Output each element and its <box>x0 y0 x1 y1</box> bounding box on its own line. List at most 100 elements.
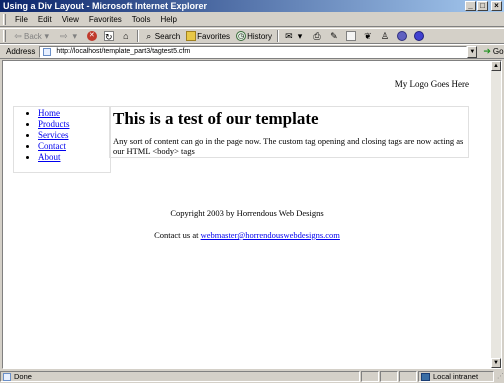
mail-dropdown-icon: ▾ <box>297 31 303 41</box>
copyright-text: Copyright 2003 by Horrendous Web Designs <box>170 208 324 218</box>
go-arrow-icon: ➔ <box>483 46 491 56</box>
maximize-button[interactable]: □ <box>477 1 488 11</box>
nav-link-home[interactable]: Home <box>38 108 60 118</box>
media-icon <box>396 31 407 41</box>
nav-item-contact: Contact <box>38 141 110 152</box>
nav-item-products: Products <box>38 119 110 130</box>
home-icon: ⌂ <box>123 31 129 41</box>
status-cell <box>361 371 379 382</box>
favorites-button[interactable]: Favorites <box>183 31 233 41</box>
history-icon: ◷ <box>236 31 247 41</box>
home-button[interactable]: ⌂ <box>118 31 135 41</box>
back-button[interactable]: ⇦ Back ▾ <box>10 31 56 41</box>
address-label: Address <box>6 47 36 56</box>
media-button[interactable] <box>394 31 411 41</box>
resize-grip-icon[interactable]: ⋰ <box>494 371 504 382</box>
menu-view[interactable]: View <box>57 15 84 24</box>
page-viewport[interactable]: My Logo Goes Here Home Products Services… <box>2 60 502 369</box>
page-body-text: Any sort of content can go in the page n… <box>113 136 464 156</box>
back-arrow-icon: ⇦ <box>14 31 22 41</box>
toolbar-separator-2 <box>276 30 279 42</box>
refresh-icon: ↻ <box>103 31 114 42</box>
search-icon: ⌕ <box>146 31 152 41</box>
edit-button[interactable]: ✎ <box>326 31 343 41</box>
print-button[interactable]: ⎙ <box>309 31 326 41</box>
close-button[interactable]: × <box>491 1 502 11</box>
page-heading: This is a test of our template <box>113 109 319 128</box>
edit-icon: ✎ <box>330 31 338 41</box>
nav-menu: Home Products Services Contact About <box>13 106 111 173</box>
standard-toolbar: ⇦ Back ▾ ⇨ ▾ ✕ ↻ ⌂ ⌕ Search Favorites ◷ … <box>0 28 504 44</box>
scroll-down-button[interactable]: ▼ <box>491 358 501 368</box>
title-bar: Using a Div Layout - Microsoft Internet … <box>0 0 504 12</box>
menubar-grip[interactable] <box>3 13 6 25</box>
mail-button[interactable]: ✉ ▾ <box>281 31 309 41</box>
window-title: Using a Div Layout - Microsoft Internet … <box>3 1 208 11</box>
go-label: Go <box>492 47 504 56</box>
search-button[interactable]: ⌕ Search <box>141 31 183 41</box>
forward-dropdown-icon: ▾ <box>72 31 78 41</box>
status-text: Done <box>14 372 32 381</box>
nav-item-services: Services <box>38 130 110 141</box>
mail-icon: ✉ <box>285 31 293 41</box>
discuss-icon <box>345 31 356 41</box>
contact-line: Contact us at webmaster@horrendouswebdes… <box>3 230 491 240</box>
links-icon <box>413 31 424 41</box>
contact-prefix: Contact us at <box>154 230 201 240</box>
stop-icon: ✕ <box>86 31 97 41</box>
scroll-up-button[interactable]: ▲ <box>491 61 501 71</box>
vertical-scrollbar[interactable]: ▲ ▼ <box>491 61 501 368</box>
address-bar: Address http://localhost/template_part3/… <box>0 44 504 59</box>
menu-edit[interactable]: Edit <box>33 15 57 24</box>
window-controls: _ □ × <box>465 1 502 11</box>
done-page-icon <box>3 372 11 381</box>
menu-help[interactable]: Help <box>155 15 181 24</box>
zone-text: Local intranet <box>433 372 479 381</box>
nav-item-home: Home <box>38 108 110 119</box>
logo-text: My Logo Goes Here <box>394 79 469 89</box>
favorites-folder-icon <box>186 31 197 41</box>
minimize-button[interactable]: _ <box>465 1 476 11</box>
status-cell <box>380 371 398 382</box>
search-label: Search <box>154 31 181 41</box>
discuss-button[interactable] <box>343 31 360 41</box>
contact-email-link[interactable]: webmaster@horrendouswebdesigns.com <box>201 230 340 240</box>
favorites-label: Favorites <box>197 31 231 41</box>
refresh-button[interactable]: ↻ <box>101 31 118 42</box>
back-dropdown-icon: ▾ <box>44 31 50 41</box>
stop-button[interactable]: ✕ <box>84 31 101 41</box>
menu-favorites[interactable]: Favorites <box>84 15 127 24</box>
content-area: This is a test of our template Any sort … <box>109 106 469 158</box>
messenger-button[interactable]: ♙ <box>377 31 394 41</box>
print-icon: ⎙ <box>313 31 321 41</box>
address-url: http://localhost/template_part3/tagtest5… <box>56 47 191 55</box>
toolbar-separator <box>136 30 139 42</box>
nav-link-services[interactable]: Services <box>38 130 69 140</box>
intranet-icon <box>421 372 430 381</box>
nav-link-about[interactable]: About <box>38 152 61 162</box>
forward-button[interactable]: ⇨ ▾ <box>56 31 84 41</box>
go-button[interactable]: ➔ Go <box>477 46 503 57</box>
address-dropdown-button[interactable]: ▼ <box>467 45 478 58</box>
page-icon <box>43 47 52 56</box>
nav-link-products[interactable]: Products <box>38 119 70 129</box>
menu-tools[interactable]: Tools <box>127 15 156 24</box>
status-main: Done <box>0 371 360 382</box>
status-cell <box>399 371 417 382</box>
security-zone: Local intranet <box>418 371 494 382</box>
nav-link-contact[interactable]: Contact <box>38 141 66 151</box>
history-label: History <box>247 31 272 41</box>
toolbar-grip[interactable] <box>3 30 6 42</box>
links-button[interactable] <box>411 31 428 41</box>
status-bar: Done Local intranet ⋰ <box>0 370 504 383</box>
address-input[interactable]: http://localhost/template_part3/tagtest5… <box>39 45 468 58</box>
forward-arrow-icon: ⇨ <box>60 31 68 41</box>
menu-bar: File Edit View Favorites Tools Help <box>0 12 504 27</box>
history-button[interactable]: ◷ History <box>233 31 275 41</box>
back-label: Back <box>24 31 42 41</box>
nav-item-about: About <box>38 152 110 163</box>
research-icon: ❦ <box>364 31 372 41</box>
messenger-icon: ♙ <box>380 31 389 41</box>
research-button[interactable]: ❦ <box>360 31 377 41</box>
menu-file[interactable]: File <box>10 15 33 24</box>
